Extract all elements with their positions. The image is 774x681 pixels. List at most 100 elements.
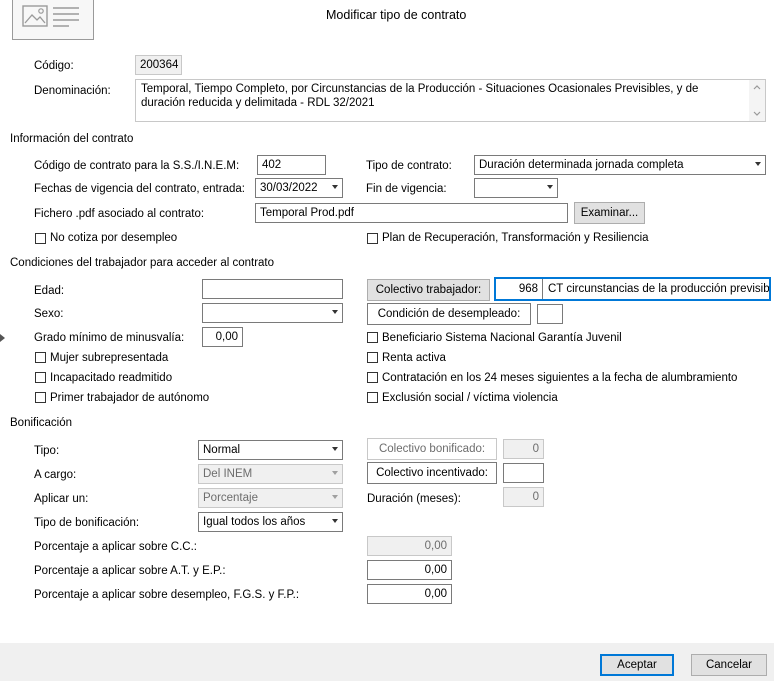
pct-cc-field: 0,00 — [367, 536, 452, 556]
condicion-desempleado-button[interactable]: Condición de desempleado: — [367, 303, 531, 325]
plan-recuperacion-label: Plan de Recuperación, Transformación y R… — [382, 232, 649, 244]
sexo-label: Sexo: — [34, 308, 64, 320]
scroll-down-icon — [753, 111, 761, 116]
denominacion-label: Denominación: — [34, 85, 111, 97]
codigo-sepe-value: 402 — [262, 159, 282, 171]
fecha-entrada-picker[interactable]: 30/03/2022 — [255, 178, 343, 198]
window-title: Modificar tipo de contrato — [326, 8, 467, 22]
bon-cargo-value: Del INEM — [203, 468, 253, 480]
bon-aplicar-select[interactable]: Porcentaje — [198, 488, 343, 508]
beneficiario-checkbox[interactable] — [367, 332, 378, 343]
autonomo-label: Primer trabajador de autónomo — [50, 392, 210, 404]
exclusion-label: Exclusión social / víctima violencia — [382, 392, 558, 404]
tipo-bonificacion-label: Tipo de bonificación: — [34, 517, 140, 529]
info-section-title: Información del contrato — [10, 133, 134, 145]
sexo-select[interactable] — [202, 303, 343, 323]
pct-at-input[interactable]: 0,00 — [367, 560, 452, 580]
colectivo-desc: CT circunstancias de la producción previ… — [548, 283, 770, 295]
edad-input[interactable] — [202, 279, 343, 299]
codigo-label: Código: — [34, 60, 74, 72]
bon-tipo-select[interactable]: Normal — [198, 440, 343, 460]
no-cotiza-label: No cotiza por desempleo — [50, 232, 178, 244]
fecha-entrada-value: 30/03/2022 — [260, 182, 318, 194]
textarea-scrollbar[interactable] — [749, 80, 765, 121]
colectivo-incentivado-button[interactable]: Colectivo incentivado: — [367, 462, 497, 484]
form-image-icon — [22, 5, 79, 27]
denominacion-text: Temporal, Tiempo Completo, por Circunsta… — [141, 83, 699, 109]
bonificacion-section-title: Bonificación — [10, 417, 73, 429]
codigo-field: 200364 — [135, 55, 182, 75]
examinar-button[interactable]: Examinar... — [574, 202, 645, 224]
grado-input[interactable]: 0,00 — [202, 327, 243, 347]
incapacitado-checkbox[interactable] — [35, 372, 46, 383]
tipo-bonificacion-select[interactable]: Igual todos los años — [198, 512, 343, 532]
colectivo-bonificado-value: 0 — [532, 443, 539, 455]
chevron-down-icon — [332, 447, 338, 451]
pct-at-value: 0,00 — [424, 564, 447, 576]
codigo-sepe-input[interactable]: 402 — [257, 155, 326, 175]
codigo-value: 200364 — [140, 59, 179, 71]
renta-activa-checkbox[interactable] — [367, 352, 378, 363]
chevron-down-icon — [332, 519, 338, 523]
codigo-sepe-label: Código de contrato para la S.S./I.N.E.M: — [34, 160, 240, 172]
bon-cargo-label: A cargo: — [34, 469, 77, 481]
contratacion-label: Contratación en los 24 meses siguientes … — [382, 372, 738, 384]
fin-vigencia-picker[interactable] — [474, 178, 558, 198]
colectivo-incentivado-field[interactable] — [503, 463, 544, 483]
colectivo-code: 968 — [518, 283, 538, 295]
renta-activa-label: Renta activa — [382, 352, 446, 364]
chevron-down-icon — [755, 162, 761, 166]
fechas-label: Fechas de vigencia del contrato, entrada… — [34, 183, 245, 195]
chevron-down-icon — [332, 310, 338, 314]
bon-tipo-label: Tipo: — [34, 445, 60, 457]
chevron-down-icon — [332, 471, 338, 475]
pct-desempleo-input[interactable]: 0,00 — [367, 584, 452, 604]
autonomo-checkbox[interactable] — [35, 392, 46, 403]
tipo-contrato-select[interactable]: Duración determinada jornada completa — [474, 155, 766, 175]
cancel-button[interactable]: Cancelar — [691, 654, 767, 676]
chevron-down-icon — [332, 185, 338, 189]
colectivo-trabajador-button[interactable]: Colectivo trabajador: — [367, 279, 490, 301]
mujer-label: Mujer subrepresentada — [50, 352, 169, 364]
condicion-desempleado-field[interactable] — [537, 304, 563, 324]
accept-button[interactable]: Aceptar — [600, 654, 674, 676]
pdf-input[interactable]: Temporal Prod.pdf — [255, 203, 568, 223]
tipo-bonificacion-value: Igual todos los años — [203, 516, 306, 528]
scroll-up-icon — [753, 85, 761, 90]
pct-at-label: Porcentaje a aplicar sobre A.T. y E.P.: — [34, 565, 226, 577]
chevron-down-icon — [332, 495, 338, 499]
bon-cargo-select[interactable]: Del INEM — [198, 464, 343, 484]
exclusion-checkbox[interactable] — [367, 392, 378, 403]
pdf-value: Temporal Prod.pdf — [260, 207, 354, 219]
beneficiario-label: Beneficiario Sistema Nacional Garantía J… — [382, 332, 622, 344]
bon-tipo-value: Normal — [203, 444, 241, 456]
grado-value: 0,00 — [215, 331, 238, 343]
pdf-label: Fichero .pdf asociado al contrato: — [34, 208, 205, 220]
colectivo-bonificado-button[interactable]: Colectivo bonificado: — [367, 438, 497, 460]
contratacion-checkbox[interactable] — [367, 372, 378, 383]
tipo-contrato-value: Duración determinada jornada completa — [479, 159, 684, 171]
grado-label: Grado mínimo de minusvalía: — [34, 332, 185, 344]
fin-vigencia-label: Fin de vigencia: — [366, 183, 447, 195]
duracion-value: 0 — [532, 491, 539, 503]
pct-cc-value: 0,00 — [424, 540, 447, 552]
denominacion-textarea[interactable]: Temporal, Tiempo Completo, por Circunsta… — [135, 79, 766, 122]
duracion-field: 0 — [503, 487, 544, 507]
edad-label: Edad: — [34, 285, 65, 297]
pct-desempleo-label: Porcentaje a aplicar sobre desempleo, F.… — [34, 589, 300, 601]
incapacitado-label: Incapacitado readmitido — [50, 372, 173, 384]
chevron-down-icon — [547, 185, 553, 189]
duracion-label: Duración (meses): — [367, 493, 461, 505]
pct-cc-label: Porcentaje a aplicar sobre C.C.: — [34, 541, 197, 553]
bon-aplicar-value: Porcentaje — [203, 492, 258, 504]
pct-desempleo-value: 0,00 — [424, 588, 447, 600]
conditions-section-title: Condiciones del trabajador para acceder … — [10, 257, 275, 269]
form-icon — [12, 0, 94, 40]
no-cotiza-checkbox[interactable] — [35, 233, 46, 244]
plan-recuperacion-checkbox[interactable] — [367, 233, 378, 244]
colectivo-trabajador-field[interactable]: 968 CT circunstancias de la producción p… — [494, 277, 771, 301]
mujer-checkbox[interactable] — [35, 352, 46, 363]
colectivo-divider — [542, 279, 543, 299]
tipo-contrato-label: Tipo de contrato: — [366, 160, 452, 172]
bon-aplicar-label: Aplicar un: — [34, 493, 89, 505]
